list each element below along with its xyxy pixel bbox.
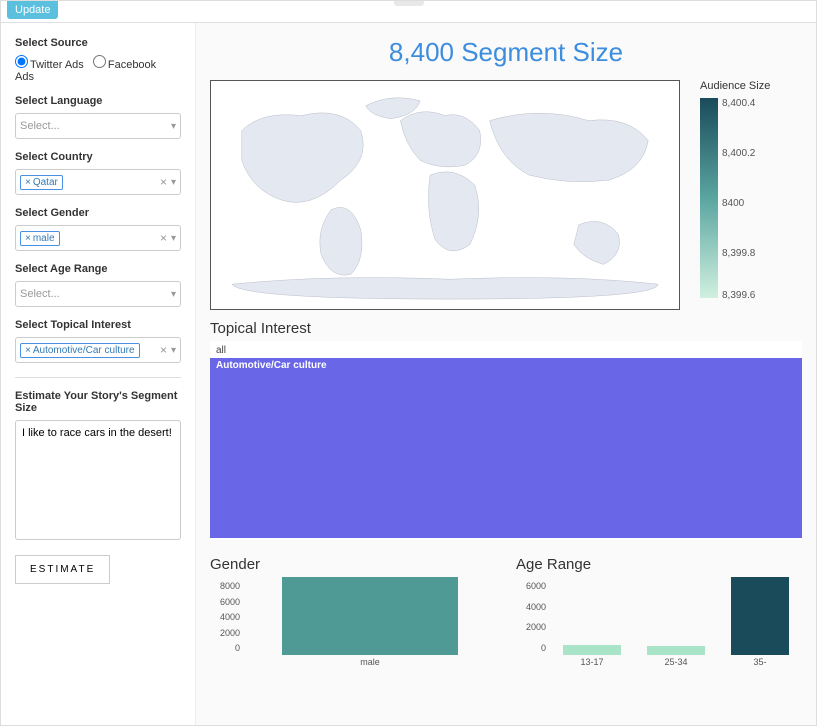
country-tag-label: Qatar — [33, 177, 58, 188]
close-icon[interactable]: × — [25, 345, 31, 356]
y-tick-label: 4000 — [526, 602, 546, 612]
legend-tick: 8,400.4 — [722, 98, 755, 109]
gender-chart[interactable]: 8000 6000 4000 2000 0 male — [210, 577, 496, 667]
topical-bar[interactable]: Automotive/Car culture — [210, 358, 802, 538]
topic-label: Select Topical Interest — [15, 319, 181, 331]
age-label: Select Age Range — [15, 263, 181, 275]
age-chart[interactable]: 6000 4000 2000 0 13-1725-3435- — [516, 577, 802, 667]
age-x-axis: 13-1725-3435- — [550, 657, 802, 667]
y-tick-label: 0 — [541, 643, 546, 653]
update-button[interactable]: Update — [7, 1, 58, 19]
map-svg — [211, 81, 679, 309]
topical-all-label: all — [210, 343, 802, 358]
age-placeholder: Select... — [20, 288, 171, 300]
clear-icon[interactable]: × — [156, 175, 171, 189]
bar[interactable] — [282, 577, 458, 655]
gender-chart-title: Gender — [210, 556, 496, 573]
chevron-down-icon: ▾ — [171, 233, 176, 244]
chevron-down-icon: ▾ — [171, 121, 176, 132]
world-map-chart[interactable] — [210, 80, 680, 310]
y-tick-label: 0 — [235, 643, 240, 653]
clear-icon[interactable]: × — [156, 231, 171, 245]
topical-interest-chart[interactable]: all Automotive/Car culture — [210, 341, 802, 540]
bar[interactable] — [731, 577, 790, 655]
estimate-button[interactable]: ESTIMATE — [15, 555, 110, 584]
country-label: Select Country — [15, 151, 181, 163]
chevron-down-icon: ▾ — [171, 177, 176, 188]
chevron-down-icon: ▾ — [171, 345, 176, 356]
divider — [15, 377, 181, 378]
language-select[interactable]: Select... ▾ — [15, 113, 181, 139]
legend-tick: 8,399.8 — [722, 248, 755, 259]
x-tick-label: 35- — [718, 657, 802, 667]
language-placeholder: Select... — [20, 120, 171, 132]
sidebar: Select Source Twitter Ads Facebook Ads S… — [1, 23, 196, 725]
bar[interactable] — [647, 646, 706, 655]
y-tick-label: 4000 — [220, 612, 240, 622]
clear-icon[interactable]: × — [156, 343, 171, 357]
gender-tag-label: male — [33, 233, 55, 244]
topic-select[interactable]: ×Automotive/Car culture × ▾ — [15, 337, 181, 363]
topic-tag[interactable]: ×Automotive/Car culture — [20, 343, 140, 358]
country-tag[interactable]: ×Qatar — [20, 175, 63, 190]
source-twitter-label: Twitter Ads — [30, 59, 84, 71]
language-label: Select Language — [15, 95, 181, 107]
gender-select[interactable]: ×male × ▾ — [15, 225, 181, 251]
gender-label: Select Gender — [15, 207, 181, 219]
age-y-axis: 6000 4000 2000 0 — [516, 577, 550, 667]
gender-x-axis: male — [244, 657, 496, 667]
gender-y-axis: 8000 6000 4000 2000 0 — [210, 577, 244, 667]
y-tick-label: 6000 — [220, 597, 240, 607]
topical-interest-title: Topical Interest — [210, 320, 802, 337]
estimate-label: Estimate Your Story's Segment Size — [15, 390, 181, 414]
x-tick-label: 25-34 — [634, 657, 718, 667]
source-label: Select Source — [15, 37, 181, 49]
y-tick-label: 6000 — [526, 581, 546, 591]
age-chart-title: Age Range — [516, 556, 802, 573]
x-tick-label: male — [244, 657, 496, 667]
y-tick-label: 8000 — [220, 581, 240, 591]
segment-size-title: 8,400 Segment Size — [210, 37, 802, 68]
close-icon[interactable]: × — [25, 177, 31, 188]
source-twitter-radio[interactable]: Twitter Ads — [15, 59, 90, 71]
legend-tick: 8,399.6 — [722, 290, 755, 301]
legend-title: Audience Size — [700, 80, 770, 92]
legend-tick: 8,400.2 — [722, 148, 755, 159]
chevron-down-icon: ▾ — [171, 289, 176, 300]
map-legend: Audience Size 8,400.4 8,400.2 8400 8,399… — [700, 80, 770, 310]
topic-tag-label: Automotive/Car culture — [33, 345, 135, 356]
gender-tag[interactable]: ×male — [20, 231, 60, 246]
topical-bar-label: Automotive/Car culture — [216, 360, 327, 371]
content-area: 8,400 Segment Size — [196, 23, 816, 725]
legend-colorbar: 8,400.4 8,400.2 8400 8,399.8 8,399.6 — [700, 98, 718, 298]
topbar: Update — [1, 1, 816, 23]
y-tick-label: 2000 — [220, 628, 240, 638]
story-textarea[interactable] — [15, 420, 181, 540]
x-tick-label: 13-17 — [550, 657, 634, 667]
country-select[interactable]: ×Qatar × ▾ — [15, 169, 181, 195]
legend-tick: 8400 — [722, 198, 744, 209]
close-icon[interactable]: × — [25, 233, 31, 244]
y-tick-label: 2000 — [526, 622, 546, 632]
age-select[interactable]: Select... ▾ — [15, 281, 181, 307]
bar[interactable] — [563, 645, 622, 655]
